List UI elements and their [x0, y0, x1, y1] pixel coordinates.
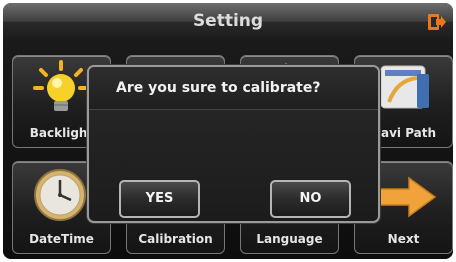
clock-icon [31, 167, 89, 227]
no-button[interactable]: NO [270, 180, 351, 218]
title-bar: Setting [3, 3, 453, 41]
tile-label-next: Next [387, 232, 420, 246]
tile-label-language: Language [256, 232, 323, 246]
page-title: Setting [192, 11, 264, 31]
dialog-header: Are you sure to calibrate? [89, 67, 378, 110]
dialog-message: Are you sure to calibrate? [116, 80, 321, 96]
yes-button[interactable]: YES [119, 180, 200, 218]
tile-label-datetime: DateTime [29, 232, 94, 246]
folder-icon [377, 62, 433, 116]
confirm-dialog: Are you sure to calibrate? YES NO [87, 65, 380, 223]
exit-icon[interactable] [427, 12, 447, 32]
settings-screen: Setting Backlight Navi Path DateTime Cal… [3, 3, 453, 259]
bulb-icon [33, 60, 89, 120]
tile-label-calibration: Calibration [138, 232, 213, 246]
arrow-right-icon [375, 176, 437, 222]
